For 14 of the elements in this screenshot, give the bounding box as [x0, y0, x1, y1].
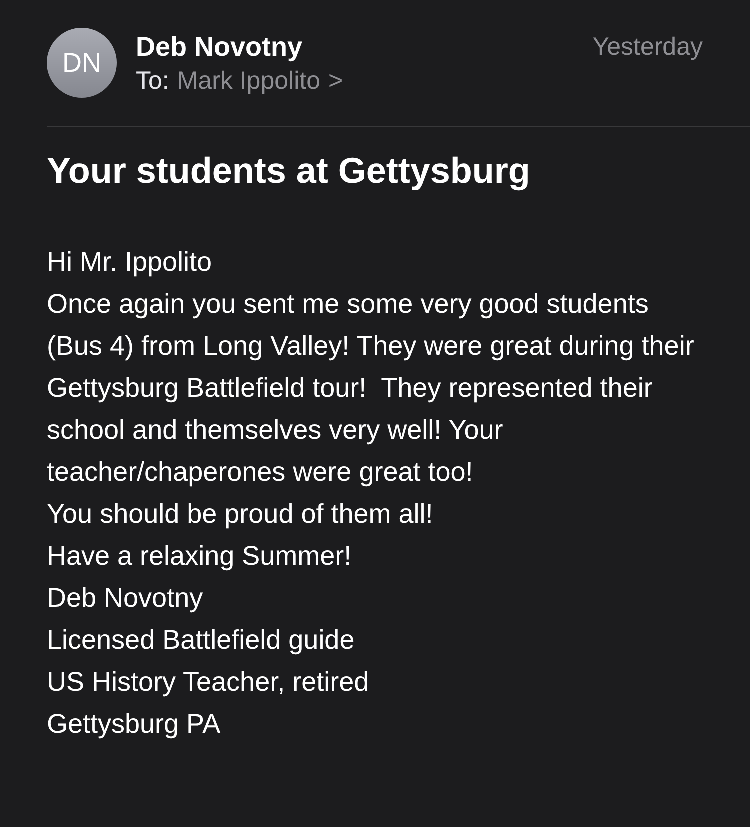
email-subject: Your students at Gettysburg	[46, 149, 532, 193]
body-text: Gettysburg PA	[47, 708, 222, 741]
body-text: Deb Novotny	[47, 582, 204, 615]
recipient-link[interactable]: Mark Ippolito >	[177, 65, 344, 97]
body-text: US History Teacher, retired	[47, 666, 370, 699]
body-text: Licensed Battlefield guide	[47, 624, 356, 657]
body-text: Hi Mr. Ippolito	[47, 246, 214, 279]
avatar: DN	[47, 28, 117, 98]
date-label: Yesterday	[592, 32, 703, 63]
sender-name: Deb Novotny	[136, 31, 304, 64]
to-label: To:	[136, 66, 170, 97]
body-text: You should be proud of them all!	[47, 498, 434, 531]
body-text: Once again you sent me some very good students (Bus 4) from Long Valley! They were great during their Gettysburg Battlefield tour! They represented their school and themselves very well! Your teacher/chaperones were great too!	[47, 288, 696, 489]
body-text: Have a relaxing Summer!	[47, 540, 353, 573]
